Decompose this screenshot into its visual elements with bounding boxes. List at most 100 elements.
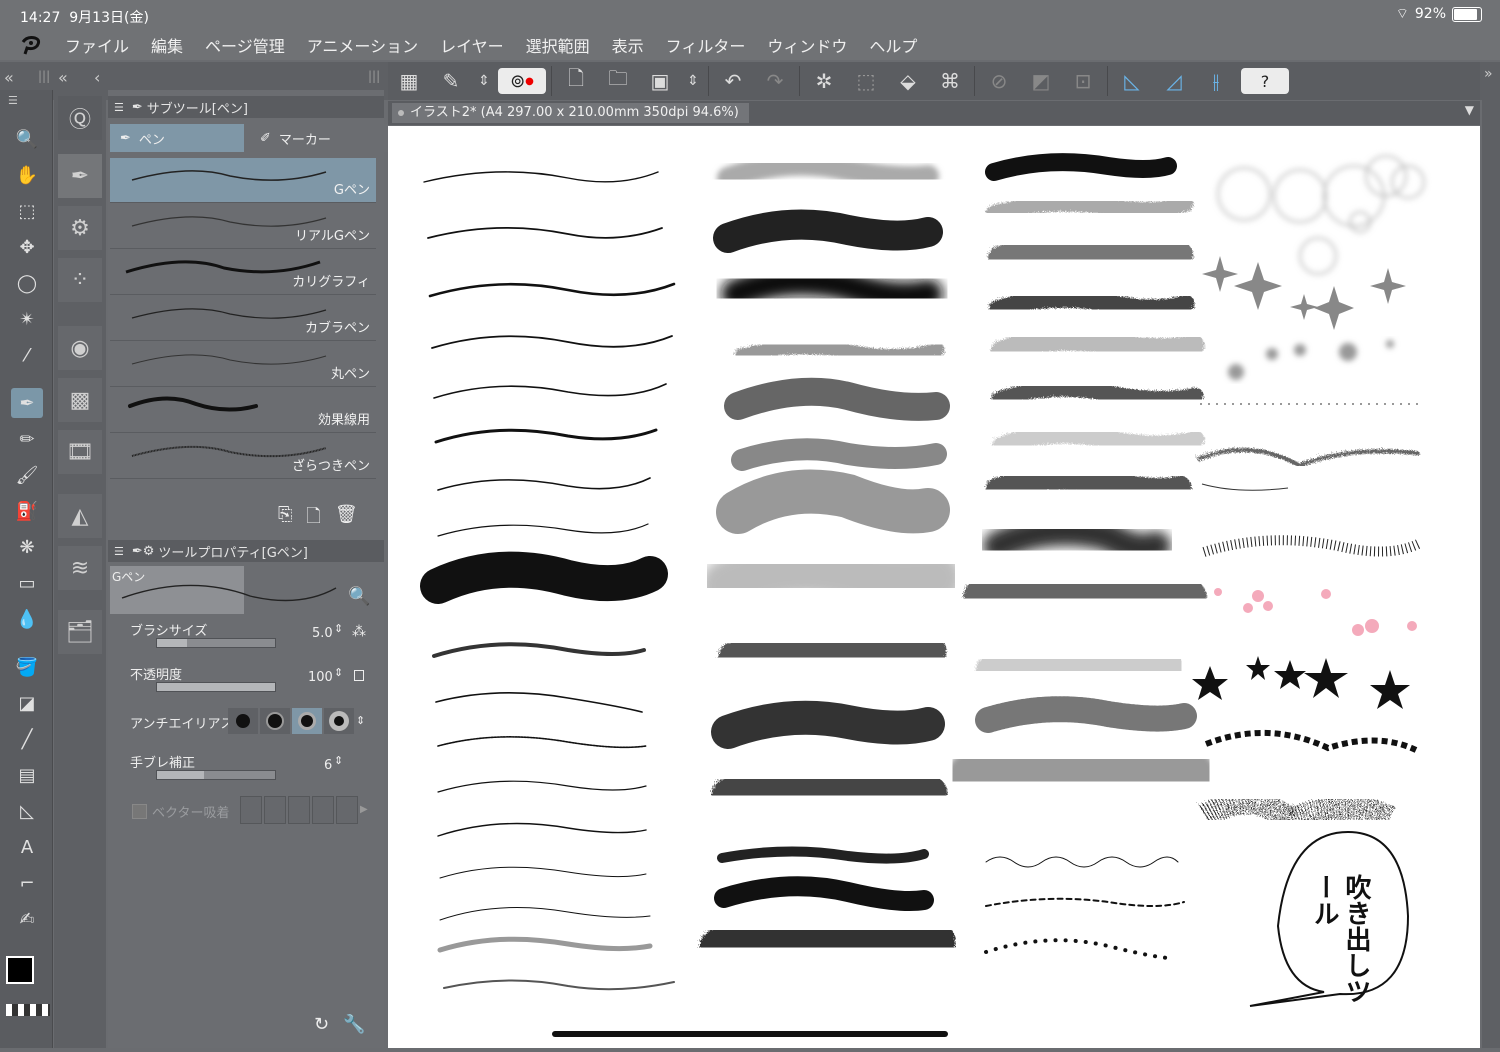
- figure-tool-icon[interactable]: ╱: [11, 724, 43, 754]
- chevron-left-icon[interactable]: ‹: [94, 68, 100, 87]
- vector-snap-option[interactable]: [240, 796, 262, 824]
- menu-window[interactable]: ウィンドウ: [767, 33, 847, 57]
- blend-tool-icon[interactable]: 💧: [11, 604, 43, 634]
- chevron-right-icon[interactable]: ▶: [360, 796, 374, 822]
- menu-filter[interactable]: フィルター: [666, 33, 746, 57]
- brush-size-icon[interactable]: ⁘: [58, 258, 102, 302]
- lasso-tool-icon[interactable]: ◯: [11, 268, 43, 298]
- correct-line-tool-icon[interactable]: ✍: [11, 904, 43, 934]
- brush-item[interactable]: 効果線用: [110, 388, 376, 433]
- zoom-preview-icon[interactable]: 🔍: [348, 586, 370, 607]
- vector-snap-option[interactable]: [288, 796, 310, 824]
- main-color-swatch[interactable]: [6, 956, 34, 984]
- collapse-panel-icon[interactable]: «: [58, 68, 68, 87]
- sort-arrows-icon[interactable]: ⇕: [681, 64, 705, 98]
- new-file-icon[interactable]: 🗋: [555, 64, 597, 98]
- eyedropper-tool-icon[interactable]: ⁄: [11, 340, 43, 370]
- app-logo-icon[interactable]: [17, 34, 47, 56]
- gradient-tool-icon[interactable]: ◪: [11, 688, 43, 718]
- transform-icon[interactable]: ⌘: [929, 64, 971, 98]
- new-subtool-icon[interactable]: 🗋: [306, 504, 320, 534]
- fill-icon[interactable]: ⬙: [887, 64, 929, 98]
- decoration-tool-icon[interactable]: ❋: [11, 532, 43, 562]
- tool-property-icon[interactable]: ⚙: [58, 206, 102, 250]
- grid-snap-icon[interactable]: ⫲: [1195, 64, 1237, 98]
- material-palette-icon[interactable]: 🗂: [58, 610, 102, 654]
- layer-palette-icon[interactable]: ≋: [58, 546, 102, 590]
- tool-palette-menu-icon[interactable]: ☰: [8, 94, 18, 107]
- magic-wand-tool-icon[interactable]: ✴: [11, 304, 43, 334]
- collapse-left-icon[interactable]: «: [4, 68, 14, 87]
- airbrush-tool-icon[interactable]: ⛽: [11, 496, 43, 526]
- deselect-icon[interactable]: ⊘: [978, 64, 1020, 98]
- antialias-weak[interactable]: [260, 708, 290, 734]
- undo-icon[interactable]: ↶: [712, 64, 754, 98]
- edit-icon[interactable]: ✎: [430, 64, 472, 98]
- opacity-toggle-icon[interactable]: [354, 670, 364, 681]
- transparent-color-swatch[interactable]: [6, 1004, 50, 1016]
- antialias-medium[interactable]: [292, 708, 322, 734]
- stepper-icon[interactable]: ⇕: [356, 714, 365, 727]
- menu-edit[interactable]: 編集: [151, 33, 183, 57]
- brush-size-slider[interactable]: [156, 638, 276, 648]
- brush-item[interactable]: Gペン: [110, 158, 376, 203]
- reset-icon[interactable]: ↻: [314, 1014, 329, 1035]
- document-tab[interactable]: イラスト2* (A4 297.00 x 210.00mm 350dpi 94.6…: [392, 103, 749, 123]
- brush-item[interactable]: 丸ペン: [110, 342, 376, 387]
- antialias-none[interactable]: [228, 708, 258, 734]
- brush-item[interactable]: カリグラフィ: [110, 250, 376, 295]
- operation-tool-icon[interactable]: ⬚: [11, 196, 43, 226]
- panel-menu-icon[interactable]: ☰: [114, 545, 124, 558]
- pen-tool-icon[interactable]: ✒: [11, 388, 43, 418]
- menu-view[interactable]: 表示: [612, 33, 644, 57]
- animation-icon[interactable]: 🎞: [58, 430, 102, 474]
- color-set-icon[interactable]: ▩: [58, 378, 102, 422]
- ruler-snap-icon[interactable]: ◺: [1111, 64, 1153, 98]
- menu-animation[interactable]: アニメーション: [307, 33, 418, 57]
- invert-selection-icon[interactable]: ◩: [1020, 64, 1062, 98]
- help-icon[interactable]: ?: [1237, 64, 1293, 98]
- balloon-tool-icon[interactable]: ⌐: [11, 868, 43, 898]
- grid-icon[interactable]: ▦: [388, 64, 430, 98]
- brush-item[interactable]: リアルGペン: [110, 204, 376, 249]
- move-layer-tool-icon[interactable]: ✥: [11, 232, 43, 262]
- vector-snap-option[interactable]: [336, 796, 358, 824]
- clip-studio-icon[interactable]: ⊚ ●: [496, 64, 548, 98]
- panel-menu-icon[interactable]: ☰: [114, 101, 124, 114]
- stamp-icon[interactable]: ⬚: [845, 64, 887, 98]
- redo-icon[interactable]: ↷: [754, 64, 796, 98]
- selection-border-icon[interactable]: ⊡: [1062, 64, 1104, 98]
- brush-item[interactable]: ざらつきペン: [110, 434, 376, 479]
- copy-subtool-icon[interactable]: ⎘: [278, 504, 292, 534]
- eraser-tool-icon[interactable]: ▭: [11, 568, 43, 598]
- sort-arrows-icon[interactable]: ⇕: [472, 64, 496, 98]
- vector-snap-option[interactable]: [264, 796, 286, 824]
- menu-file[interactable]: ファイル: [65, 33, 129, 57]
- color-wheel-icon[interactable]: ◉: [58, 326, 102, 370]
- drawing-canvas[interactable]: 吹き出しツール: [388, 126, 1480, 1048]
- stepper-icon[interactable]: ⇕: [334, 622, 343, 635]
- pencil-tool-icon[interactable]: ✏: [11, 424, 43, 454]
- pressure-settings-icon[interactable]: ⁂: [352, 624, 366, 640]
- stabilization-slider[interactable]: [156, 770, 276, 780]
- stepper-icon[interactable]: ⇕: [334, 666, 343, 679]
- spinner-icon[interactable]: ✲: [803, 64, 845, 98]
- brush-item[interactable]: カブラペン: [110, 296, 376, 341]
- text-tool-icon[interactable]: A: [11, 832, 43, 862]
- stepper-icon[interactable]: ⇕: [334, 754, 343, 767]
- tab-menu-icon[interactable]: ▼: [1465, 103, 1474, 117]
- frame-border-tool-icon[interactable]: ▤: [11, 760, 43, 790]
- hand-tool-icon[interactable]: ✋: [11, 160, 43, 190]
- fill-tool-icon[interactable]: 🪣: [11, 652, 43, 682]
- menu-layer[interactable]: レイヤー: [440, 33, 504, 57]
- open-folder-icon[interactable]: 🗀: [597, 64, 639, 98]
- quick-access-icon[interactable]: Ⓠ: [58, 96, 102, 140]
- menu-page[interactable]: ページ管理: [205, 33, 285, 57]
- save-icon[interactable]: ▣: [639, 64, 681, 98]
- menu-selection[interactable]: 選択範囲: [526, 33, 590, 57]
- opacity-slider[interactable]: [156, 682, 276, 692]
- tab-marker[interactable]: ✐ マーカー: [250, 124, 388, 152]
- brush-tool-icon[interactable]: 🖌: [11, 460, 43, 490]
- menu-help[interactable]: ヘルプ: [869, 33, 917, 57]
- special-ruler-snap-icon[interactable]: ◿: [1153, 64, 1195, 98]
